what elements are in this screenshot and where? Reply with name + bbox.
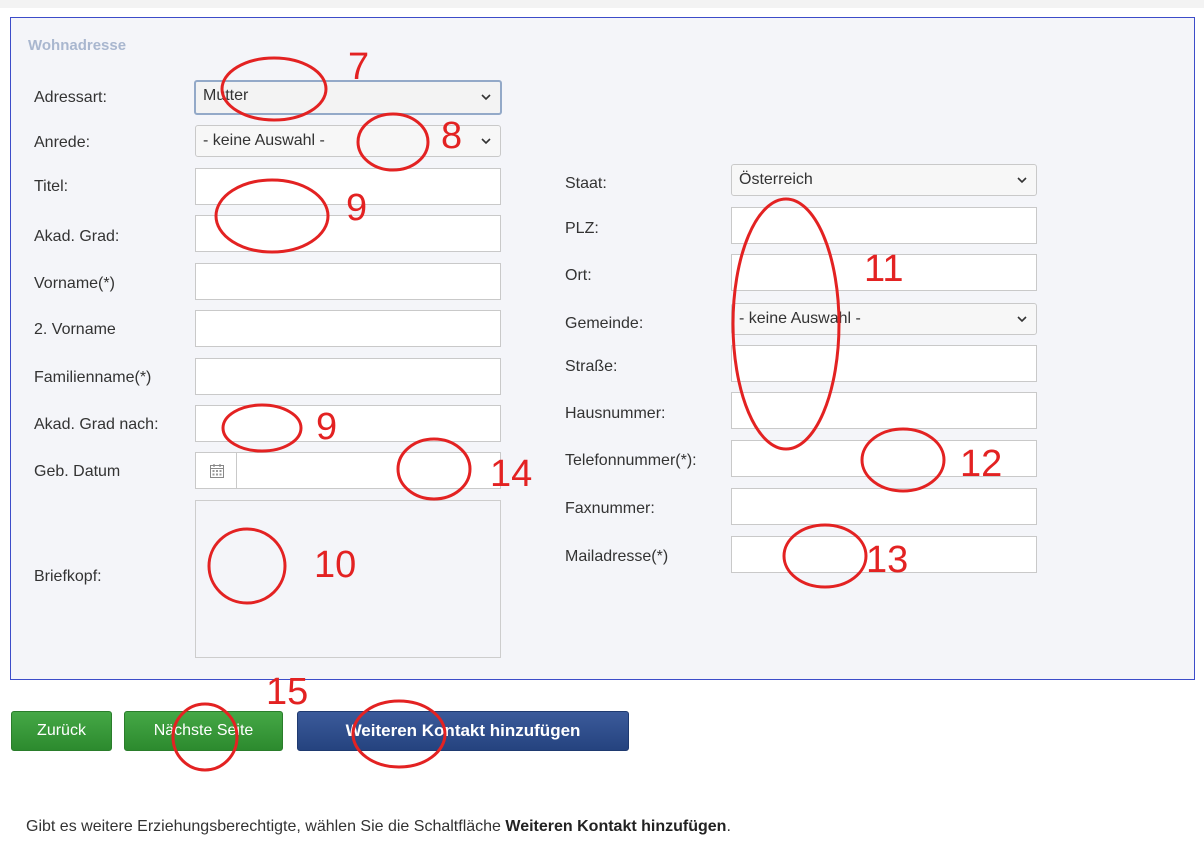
label-hausnummer: Hausnummer: — [565, 405, 666, 422]
zurueck-button[interactable]: Zurück — [11, 711, 112, 751]
label-gemeinde: Gemeinde: — [565, 315, 644, 332]
adressart-value: Mutter — [203, 87, 249, 104]
annotation-number-14: 14 — [490, 453, 533, 495]
annotation-number-8: 8 — [441, 115, 463, 157]
gemeinde-select[interactable]: - keine Auswahl - — [731, 303, 1037, 335]
staat-select[interactable]: Österreich — [731, 164, 1037, 196]
calendar-button[interactable] — [195, 452, 237, 489]
chevron-down-icon — [481, 94, 491, 101]
label-staat: Staat: — [565, 175, 607, 192]
annotation-number-9b: 9 — [316, 406, 338, 448]
calendar-icon — [209, 463, 224, 478]
akad-grad-nach-input[interactable] — [195, 405, 501, 442]
annotation-number-15: 15 — [266, 671, 309, 713]
label-geb-datum: Geb. Datum — [34, 463, 121, 480]
label-akad-grad-nach: Akad. Grad nach: — [34, 416, 159, 433]
label-zweiter-vorname: 2. Vorname — [34, 321, 116, 338]
label-telefonnummer: Telefonnummer(*): — [565, 452, 697, 469]
label-faxnummer: Faxnummer: — [565, 500, 655, 517]
annotation-number-10: 10 — [314, 544, 357, 586]
label-mailadresse: Mailadresse(*) — [565, 548, 669, 565]
label-akad-grad: Akad. Grad: — [34, 228, 120, 245]
vorname-input[interactable] — [195, 263, 501, 300]
chevron-down-icon — [1017, 316, 1027, 323]
chevron-down-icon — [481, 138, 491, 145]
label-vorname: Vorname(*) — [34, 275, 115, 292]
section-legend: Wohnadresse — [28, 37, 127, 54]
gemeinde-value: - keine Auswahl - — [739, 310, 861, 327]
hausnummer-input[interactable] — [731, 392, 1037, 429]
staat-value: Österreich — [739, 171, 813, 188]
annotation-number-7: 7 — [348, 46, 370, 88]
anrede-value: - keine Auswahl - — [203, 132, 325, 149]
label-familienname: Familienname(*) — [34, 369, 152, 386]
label-adressart: Adressart: — [34, 89, 107, 106]
zweiter-vorname-input[interactable] — [195, 310, 501, 347]
label-titel: Titel: — [34, 178, 69, 195]
geb-datum-input[interactable] — [236, 452, 501, 489]
label-strasse: Straße: — [565, 358, 618, 375]
label-anrede: Anrede: — [34, 134, 91, 151]
footer-text-after: . — [726, 818, 731, 835]
top-strip — [0, 0, 1204, 8]
label-ort: Ort: — [565, 267, 592, 284]
faxnummer-input[interactable] — [731, 488, 1037, 525]
label-briefkopf: Briefkopf: — [34, 568, 102, 585]
footer-hint: Gibt es weitere Erziehungsberechtigte, w… — [26, 818, 731, 836]
annotation-number-11: 11 — [864, 248, 904, 290]
weiteren-kontakt-button[interactable]: Weiteren Kontakt hinzufügen — [297, 711, 629, 751]
footer-text-bold: Weiteren Kontakt hinzufügen — [505, 818, 727, 835]
annotation-number-13: 13 — [866, 539, 909, 581]
label-plz: PLZ: — [565, 220, 599, 237]
chevron-down-icon — [1017, 177, 1027, 184]
footer-text-before: Gibt es weitere Erziehungsberechtigte, w… — [26, 818, 506, 835]
familienname-input[interactable] — [195, 358, 501, 395]
strasse-input[interactable] — [731, 345, 1037, 382]
naechste-seite-button[interactable]: Nächste Seite — [124, 711, 283, 751]
plz-input[interactable] — [731, 207, 1037, 244]
annotation-number-12: 12 — [960, 443, 1003, 485]
annotation-number-9a: 9 — [346, 187, 368, 229]
